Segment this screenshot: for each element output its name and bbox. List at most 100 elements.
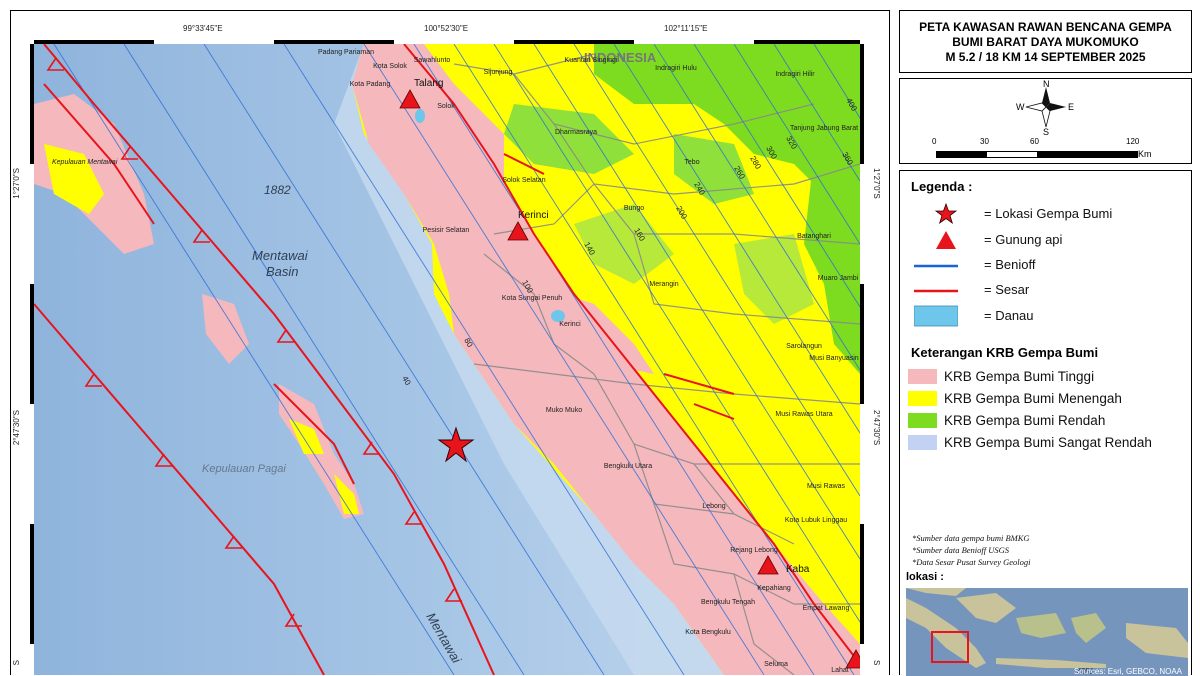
title-box: PETA KAWASAN RAWAN BENCANA GEMPA BUMI BA…	[899, 10, 1192, 73]
coord-right-2: 2°47'30"S	[872, 410, 881, 446]
coord-left-1: 1°27'0"S	[12, 168, 21, 199]
legend-item-volcano: = Gunung api	[900, 229, 1190, 251]
source-1: *Sumber data gempa bumi BMKG	[912, 533, 1030, 543]
label-mentawai-islands: Kepulauan Mentawai	[52, 159, 118, 166]
place-bengkulu-tengah: Bengkulu Tengah	[701, 599, 755, 606]
north-arrow-icon: N S W E	[1016, 79, 1074, 135]
north-w: W	[1016, 102, 1025, 112]
krb-swatch-tinggi	[908, 369, 937, 384]
inset-map: 7351 Sources: Esri, GEBCO, NOAA	[906, 588, 1188, 676]
coord-top-1: 99°33'45"E	[183, 24, 223, 33]
coord-top-2: 100°52'30"E	[424, 24, 469, 33]
title-line-2: BUMI BARAT DAYA MUKOMUKO	[952, 35, 1139, 49]
krb-swatch-rendah	[908, 413, 937, 428]
place-indragiri-hilir: Indragiri Hilir	[775, 71, 815, 78]
scale-tick-0: 0	[932, 137, 937, 146]
lokasi-label: lokasi :	[906, 571, 944, 583]
frame-ticks-right	[860, 44, 864, 675]
place-padang-pariaman: Padang Pariaman	[318, 49, 374, 56]
place-dharmasraya: Dharmasraya	[555, 129, 597, 136]
label-kaba: Kaba	[786, 564, 810, 575]
place-musi-banyuasin: Musi Banyuasin	[809, 355, 859, 362]
legend-box: Legenda : = Lokasi Gempa Bumi = Gunung a…	[899, 170, 1192, 676]
legend-label-benioff: = Benioff	[984, 257, 1036, 272]
north-e: E	[1068, 102, 1074, 112]
label-mentawai-basin-2: Basin	[266, 264, 299, 279]
hazard-map: Talang Kerinci Kaba Mentawai Basin 1882 …	[34, 44, 860, 675]
place-sawahlunto: Sawahlunto	[414, 57, 451, 64]
frame-ticks-left	[30, 44, 34, 675]
label-mentawai-basin-1: Mentawai	[252, 248, 309, 263]
krb-label-menengah: KRB Gempa Bumi Menengah	[944, 391, 1122, 406]
place-seluma: Seluma	[764, 661, 788, 668]
krb-label-rendah: KRB Gempa Bumi Rendah	[944, 413, 1106, 428]
legend-label-lake: = Danau	[984, 308, 1034, 323]
legend-label-volcano: = Gunung api	[984, 232, 1063, 247]
place-kota-solok: Kota Solok	[373, 63, 407, 70]
label-pagai: Kepulauan Pagai	[202, 463, 286, 475]
place-batanghari: Batanghari	[797, 233, 831, 240]
north-n: N	[1043, 79, 1050, 89]
red-line-icon	[914, 289, 958, 293]
legend-item-lake: = Danau	[900, 305, 1190, 327]
legend-title: Legenda :	[911, 179, 973, 194]
place-empat-lawang: Empat Lawang	[803, 605, 850, 612]
place-lebong: Lebong	[702, 503, 725, 510]
coord-left-2: 2°47'30"S	[12, 410, 21, 446]
coord-top-3: 102°11'15"E	[664, 24, 708, 33]
place-tebo: Tebo	[684, 159, 699, 166]
legend-label-epicenter: = Lokasi Gempa Bumi	[984, 206, 1113, 221]
place-muaro-jambi: Muaro Jambi	[818, 275, 859, 282]
place-merangin: Merangin	[649, 281, 678, 288]
place-sarolangun: Sarolangun	[786, 343, 822, 350]
krb-swatch-sangat-rendah	[908, 435, 937, 450]
place-sijunjung: Sijunjung	[484, 69, 513, 76]
krb-label-tinggi: KRB Gempa Bumi Tinggi	[944, 369, 1095, 384]
scale-box: N S W E 0 30 60 120 Km	[899, 78, 1192, 164]
source-3: *Data Sesar Pusat Survey Geologi	[912, 557, 1031, 567]
krb-swatch-menengah	[908, 391, 937, 406]
place-solok: Solok	[437, 103, 455, 110]
krb-label-sangat-rendah: KRB Gempa Bumi Sangat Rendah	[944, 435, 1152, 450]
source-2: *Sumber data Benioff USGS	[912, 545, 1010, 555]
place-musi-rawas: Musi Rawas	[807, 483, 846, 490]
lake-icon	[914, 305, 958, 327]
place-kota-bengkulu: Kota Bengkulu	[685, 629, 731, 636]
place-kuantan: Kuantan Singingi	[565, 57, 618, 64]
place-muko-muko: Muko Muko	[546, 407, 582, 414]
scale-tick-60: 60	[1030, 137, 1039, 146]
legend-item-fault: = Sesar	[900, 279, 1190, 301]
place-tanjung-jabung: Tanjung Jabung Barat	[790, 125, 858, 132]
place-bungo: Bungo	[624, 205, 644, 212]
place-kota-padang: Kota Padang	[350, 81, 391, 88]
blue-line-icon	[914, 264, 958, 268]
place-rejang-lebong: Rejang Lebong	[730, 547, 778, 554]
coord-left-3: S	[12, 660, 21, 666]
legend-label-fault: = Sesar	[984, 282, 1030, 297]
place-bengkulu-utara: Bengkulu Utara	[604, 463, 652, 470]
triangle-icon	[936, 231, 956, 249]
label-talang: Talang	[414, 78, 443, 89]
title-line-1: PETA KAWASAN RAWAN BENCANA GEMPA	[919, 20, 1172, 34]
coord-right-3: S	[872, 660, 881, 666]
legend-item-epicenter: = Lokasi Gempa Bumi	[900, 203, 1190, 225]
label-kerinci: Kerinci	[518, 210, 549, 221]
place-indragiri-hulu: Indragiri Hulu	[655, 65, 697, 72]
place-pesisir-selatan: Pesisir Selatan	[423, 227, 470, 234]
place-kepahiang: Kepahiang	[757, 585, 791, 592]
place-lubuk-linggau: Kota Lubuk Linggau	[785, 517, 847, 524]
scale-tick-120: 120	[1126, 137, 1140, 146]
legend-item-benioff: = Benioff	[900, 254, 1190, 276]
scale-tick-30: 30	[980, 137, 989, 146]
place-sungai-penuh: Kota Sungai Penuh	[502, 295, 562, 302]
scale-bar	[936, 151, 1138, 158]
star-icon	[934, 203, 958, 225]
north-s: S	[1043, 127, 1049, 135]
place-solok-selatan: Solok Selatan	[502, 177, 545, 184]
title-line-3: M 5.2 / 18 KM 14 SEPTEMBER 2025	[945, 50, 1146, 64]
krb-title: Keterangan KRB Gempa Bumi	[911, 345, 1099, 360]
coord-right-1: 1°27'0"S	[872, 168, 881, 199]
label-depth: 1882	[264, 183, 291, 197]
place-musi-rawas-utara: Musi Rawas Utara	[775, 411, 832, 418]
place-kerinci: Kerinci	[559, 321, 581, 328]
